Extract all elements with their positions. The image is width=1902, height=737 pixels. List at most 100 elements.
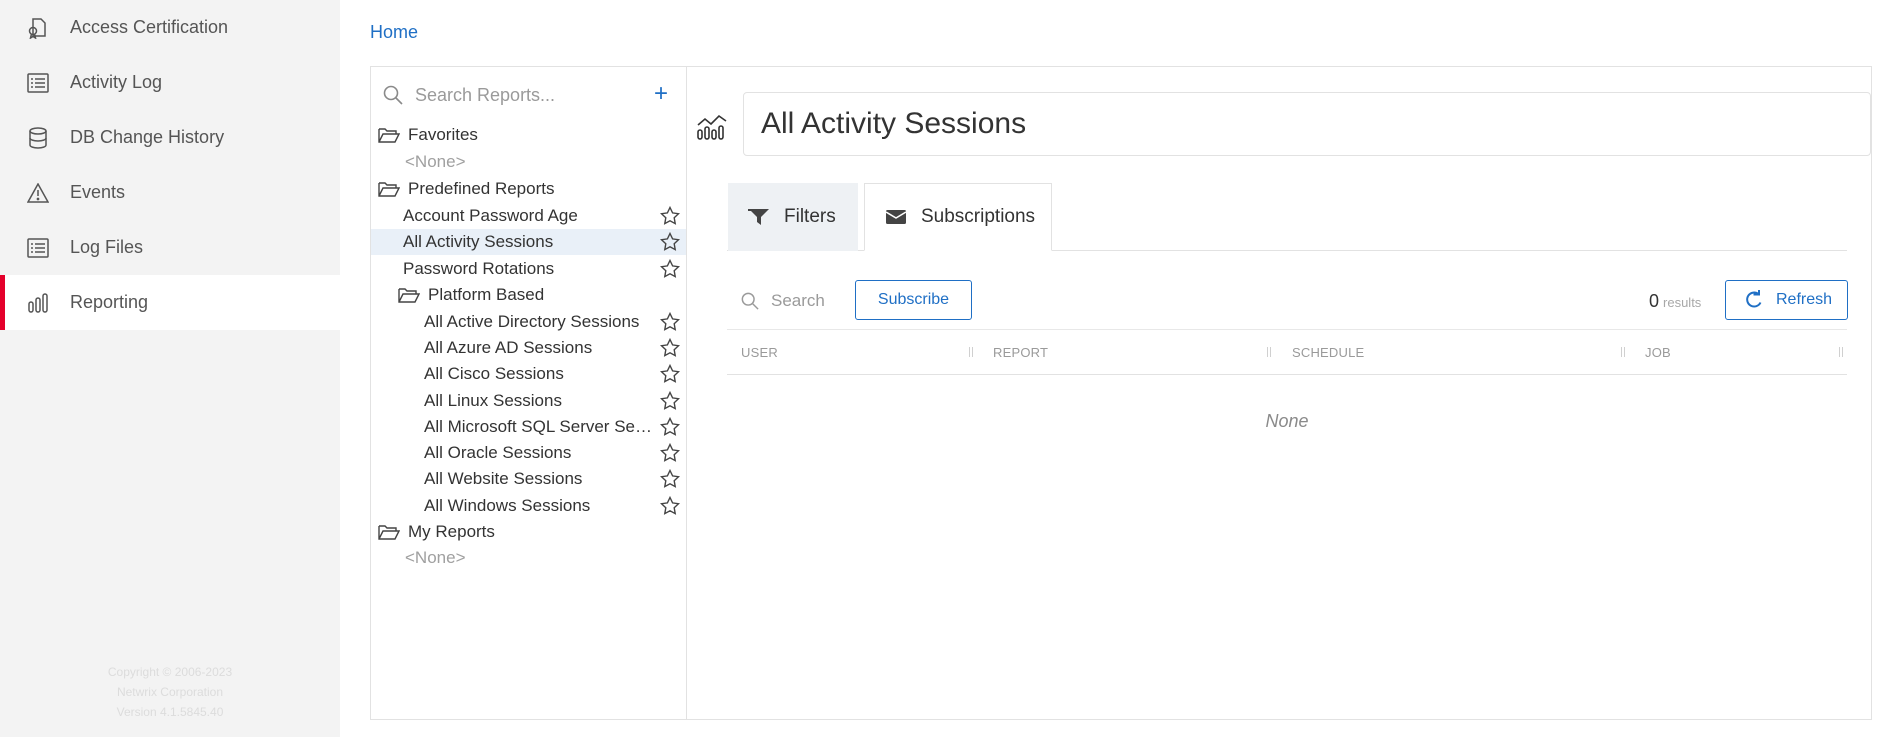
tab-label: Filters: [784, 206, 836, 227]
tab-filters[interactable]: Filters: [728, 183, 858, 251]
empty-placeholder: <None>: [405, 152, 466, 171]
folder-my-reports[interactable]: My Reports: [371, 519, 686, 545]
list-icon: [26, 71, 50, 95]
column-header-schedule[interactable]: SCHEDULE: [1292, 345, 1364, 360]
certificate-icon: [26, 16, 50, 40]
star-icon[interactable]: [660, 496, 680, 516]
report-item-selected[interactable]: All Activity Sessions: [371, 229, 686, 255]
report-item-label: All Microsoft SQL Server Ses...: [424, 417, 656, 436]
envelope-icon: [885, 210, 907, 224]
list-icon: [26, 236, 50, 260]
folder-open-icon: [378, 128, 400, 143]
copyright-notice: Copyright © 2006-2023 Netwrix Corporatio…: [0, 662, 340, 722]
folder-favorites[interactable]: Favorites: [371, 122, 686, 148]
results-count: 0 results: [1649, 291, 1701, 312]
star-icon[interactable]: [660, 417, 680, 437]
database-icon: [26, 126, 50, 150]
report-item-label: All Cisco Sessions: [424, 364, 564, 383]
filter-icon: [748, 209, 769, 225]
refresh-button[interactable]: Refresh: [1725, 280, 1848, 320]
folder-label: Predefined Reports: [408, 179, 555, 198]
star-icon[interactable]: [660, 364, 680, 384]
star-icon[interactable]: [660, 206, 680, 226]
star-icon[interactable]: [660, 259, 680, 279]
report-item[interactable]: All Cisco Sessions: [371, 361, 686, 387]
add-report-button[interactable]: +: [654, 80, 668, 108]
report-item[interactable]: All Windows Sessions: [371, 493, 686, 519]
search-icon: [741, 292, 759, 310]
report-item[interactable]: All Linux Sessions: [371, 388, 686, 414]
nav-label: Log Files: [70, 237, 144, 257]
report-item[interactable]: Account Password Age: [371, 203, 686, 229]
side-navigation: Access Certification Activity Log DB Cha…: [0, 0, 340, 737]
nav-label: Activity Log: [70, 72, 163, 92]
chart-report-icon: [697, 114, 727, 140]
column-resize-handle[interactable]: [1267, 347, 1271, 357]
column-resize-handle[interactable]: [1839, 347, 1843, 357]
results-label: results: [1663, 295, 1702, 310]
column-header-job[interactable]: JOB: [1645, 345, 1671, 360]
report-item-label: All Oracle Sessions: [424, 443, 572, 462]
folder-open-icon: [378, 182, 400, 197]
folder-open-icon: [398, 288, 420, 303]
nav-item-access-certification[interactable]: Access Certification: [0, 0, 340, 55]
column-header-user[interactable]: USER: [741, 345, 778, 360]
results-number: 0: [1649, 291, 1660, 311]
folder-platform-based[interactable]: Platform Based: [371, 282, 686, 308]
nav-label: DB Change History: [70, 127, 225, 147]
version-line: Version 4.1.5845.40: [116, 705, 224, 719]
favorites-empty: <None>: [371, 149, 686, 175]
report-item[interactable]: All Microsoft SQL Server Ses...: [371, 414, 686, 440]
nav-item-activity-log[interactable]: Activity Log: [0, 55, 340, 110]
report-item[interactable]: All Active Directory Sessions: [371, 309, 686, 335]
nav-item-events[interactable]: Events: [0, 165, 340, 220]
warning-icon: [26, 181, 50, 205]
report-search-input[interactable]: [415, 84, 635, 106]
nav-item-db-change-history[interactable]: DB Change History: [0, 110, 340, 165]
nav-item-reporting[interactable]: Reporting: [0, 275, 340, 330]
subscriptions-table-header: USER REPORT SCHEDULE JOB: [727, 329, 1847, 375]
star-icon[interactable]: [660, 232, 680, 252]
subscription-search: [741, 289, 861, 313]
star-icon[interactable]: [660, 469, 680, 489]
refresh-label: Refresh: [1776, 291, 1833, 308]
report-title: All Activity Sessions: [743, 92, 1871, 156]
star-icon[interactable]: [660, 312, 680, 332]
report-item-label: Password Rotations: [403, 259, 555, 278]
copyright-line: Copyright © 2006-2023: [107, 665, 233, 679]
folder-predefined-reports[interactable]: Predefined Reports: [371, 176, 686, 202]
report-item[interactable]: Password Rotations: [371, 256, 686, 282]
column-resize-handle[interactable]: [1621, 347, 1625, 357]
folder-label: Platform Based: [428, 285, 545, 304]
report-tree: + Favorites <None> Predefined Reports Ac…: [371, 67, 687, 719]
nav-item-log-files[interactable]: Log Files: [0, 220, 340, 275]
tab-label: Subscriptions: [921, 206, 1036, 227]
star-icon[interactable]: [660, 338, 680, 358]
report-item-label: All Active Directory Sessions: [424, 312, 640, 331]
column-resize-handle[interactable]: [969, 347, 973, 357]
column-header-report[interactable]: REPORT: [993, 345, 1048, 360]
star-icon[interactable]: [660, 443, 680, 463]
search-icon: [383, 85, 403, 105]
nav-label: Access Certification: [70, 17, 229, 37]
subscription-search-input[interactable]: [771, 291, 861, 311]
report-item[interactable]: All Azure AD Sessions: [371, 335, 686, 361]
folder-label: Favorites: [408, 125, 478, 144]
refresh-icon: [1746, 290, 1762, 308]
breadcrumb-home-link[interactable]: Home: [370, 22, 418, 43]
report-item[interactable]: All Oracle Sessions: [371, 440, 686, 466]
report-item-label: All Website Sessions: [424, 469, 583, 488]
nav-label: Reporting: [70, 292, 149, 312]
bar-chart-icon: [26, 291, 50, 315]
report-item-label: All Windows Sessions: [424, 496, 591, 515]
report-item[interactable]: All Website Sessions: [371, 466, 686, 492]
empty-table-message: None: [1265, 411, 1309, 431]
folder-open-icon: [378, 525, 400, 540]
tab-subscriptions[interactable]: Subscriptions: [864, 183, 1052, 251]
empty-placeholder: <None>: [405, 548, 466, 567]
subscribe-button[interactable]: Subscribe: [855, 280, 972, 320]
star-icon[interactable]: [660, 391, 680, 411]
report-search: [383, 81, 673, 109]
reporting-panel: + Favorites <None> Predefined Reports Ac…: [370, 66, 1872, 720]
nav-label: Events: [70, 182, 126, 202]
